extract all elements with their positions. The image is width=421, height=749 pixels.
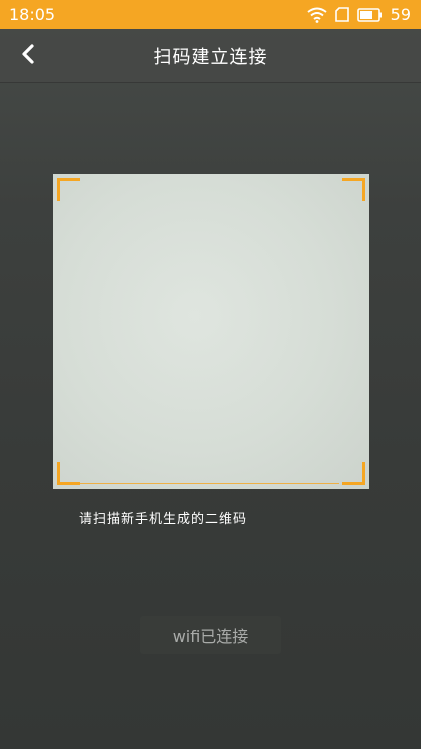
wifi-status-label: wifi已连接 [140, 616, 281, 654]
qr-scan-frame [53, 174, 369, 489]
sim-card-icon [334, 7, 349, 22]
wifi-icon [307, 7, 327, 23]
page-title: 扫码建立连接 [153, 47, 268, 68]
status-time: 18:05 [9, 5, 56, 24]
scan-corner-top-left [57, 178, 80, 201]
status-bar: 18:05 59 [0, 0, 421, 29]
battery-level: 59 [390, 5, 411, 24]
battery-icon [356, 7, 383, 22]
status-icons: 59 [307, 5, 411, 24]
scan-corner-bottom-left [57, 462, 80, 485]
scan-hint-text: 请扫描新手机生成的二维码 [79, 512, 248, 527]
scan-line [77, 483, 339, 484]
scan-corner-bottom-right [342, 462, 365, 485]
scan-corner-top-right [342, 178, 365, 201]
nav-bar: 扫码建立连接 [0, 29, 421, 83]
